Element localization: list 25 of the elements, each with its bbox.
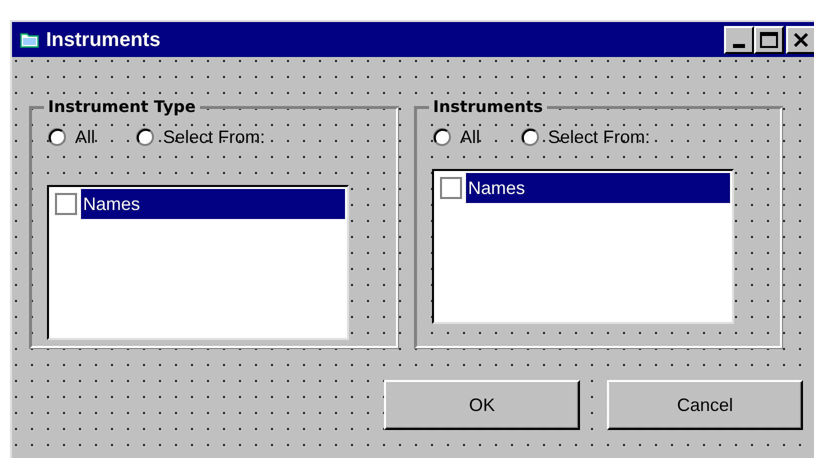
radio-button[interactable] <box>135 127 156 147</box>
checkbox[interactable] <box>440 177 462 199</box>
radio-option[interactable]: All <box>47 125 96 149</box>
radio-button[interactable] <box>47 127 67 147</box>
radio-option[interactable]: All <box>432 125 480 149</box>
minimize-icon <box>733 44 745 48</box>
maximize-icon <box>760 32 778 48</box>
window-title: Instruments <box>46 28 160 52</box>
radio-button[interactable] <box>432 127 452 147</box>
radio-option[interactable]: Select From: <box>135 125 266 149</box>
dialog-button[interactable]: OK <box>384 380 580 430</box>
maximize-button[interactable] <box>754 26 784 54</box>
close-button[interactable] <box>786 26 814 54</box>
checkbox[interactable] <box>55 193 77 215</box>
list-box[interactable]: Names <box>47 185 349 340</box>
minimize-button[interactable] <box>724 26 754 54</box>
radio-button[interactable] <box>520 127 540 147</box>
group-title: Instrument Type <box>44 97 200 117</box>
dialog-button[interactable]: Cancel <box>607 380 803 430</box>
list-box[interactable]: Names <box>432 169 734 324</box>
folder-icon <box>20 30 40 48</box>
list-item[interactable]: Names <box>81 189 345 219</box>
list-item[interactable]: Names <box>466 173 730 203</box>
radio-option[interactable]: Select From: <box>520 125 650 149</box>
close-icon <box>793 32 809 48</box>
